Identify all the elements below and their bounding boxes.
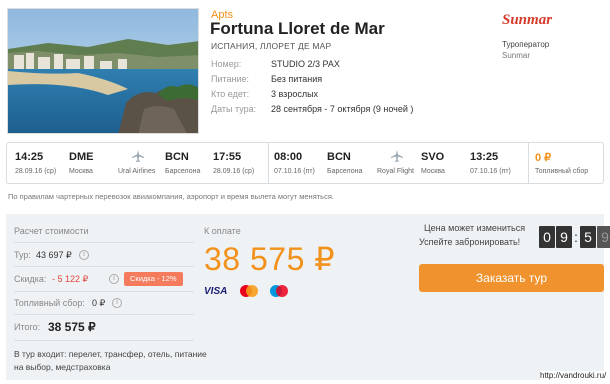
fuel-surcharge: 0 ₽ Топливный сбор — [528, 143, 604, 183]
arrival-code: BCN — [165, 151, 189, 163]
fuel-cost-label: Топливный сбор: — [14, 298, 85, 308]
departure-date: 28.09.16 (ср) — [15, 168, 57, 175]
hotel-name[interactable]: Fortuna Lloret de Mar — [210, 19, 385, 39]
arrival-date: 28.09.16 (ср) — [213, 168, 255, 175]
divider — [14, 291, 194, 292]
operator-name: Sunmar — [502, 51, 531, 60]
hotel-location: ИСПАНИЯ, ЛЛОРЕТ ДЕ МАР — [211, 41, 332, 51]
svg-text:Sunmar: Sunmar — [502, 12, 552, 28]
charter-notice: По правилам чартерных перевозок авиакомп… — [8, 192, 334, 201]
timer-digit: 0 — [539, 226, 555, 248]
divider — [14, 340, 194, 341]
departure-city: Барселона — [327, 168, 363, 175]
price-change-note: Цена может измениться — [424, 223, 526, 233]
order-tour-button[interactable]: Заказать тур — [419, 264, 604, 292]
cost-title: Расчет стоимости — [14, 226, 89, 236]
arrival-time: 13:25 — [470, 151, 499, 163]
watermark: http://vandrouki.ru/ — [540, 371, 607, 380]
arrival-date: 07.10.16 (пт) — [470, 168, 511, 175]
operator-label: Туроператор — [502, 40, 550, 49]
discount-badge: Скидка - 12% — [124, 272, 183, 286]
hotel-photo[interactable] — [7, 8, 199, 134]
divider — [14, 266, 194, 267]
total-label: Итого: — [14, 322, 41, 332]
detail-value: 28 сентября - 7 октября (9 ночей ) — [271, 104, 414, 114]
timer-separator: : — [574, 229, 578, 245]
info-icon[interactable]: i — [79, 250, 89, 260]
countdown-timer: 0 9 : 5 9 — [539, 226, 610, 248]
info-icon[interactable]: i — [112, 298, 122, 308]
discount-amount: - 5 122 ₽ — [52, 274, 89, 284]
detail-value: STUDIO 2/3 PAX — [271, 59, 340, 69]
tour-details: Номер: STUDIO 2/3 PAX Питание: Без питан… — [211, 59, 413, 119]
detail-travelers: Кто едет: 3 взрослых — [211, 89, 413, 104]
timer-digit: 9 — [556, 226, 572, 248]
plane-icon — [391, 150, 403, 162]
maestro-icon — [270, 285, 288, 297]
plane-icon — [132, 150, 144, 162]
operator-logo: Sunmar — [502, 12, 552, 28]
detail-label: Номер: — [211, 59, 242, 69]
visa-icon: VISA — [204, 286, 228, 297]
tour-card: Apts Fortuna Lloret de Mar ИСПАНИЯ, ЛЛОР… — [0, 0, 610, 384]
tour-label: Тур: — [14, 250, 31, 260]
airline-name: Ural Airlines — [118, 168, 156, 175]
fuel-cost-value: 0 ₽ — [92, 298, 106, 308]
tour-price: 43 697 ₽ — [36, 250, 72, 260]
detail-value: 3 взрослых — [271, 89, 319, 99]
detail-dates: Даты тура: 28 сентября - 7 октября (9 но… — [211, 104, 413, 119]
flights-strip: 14:25 DME BCN 17:55 28.09.16 (ср) Москва… — [6, 142, 604, 184]
arrival-time: 17:55 — [213, 151, 242, 163]
departure-city: Москва — [69, 168, 93, 175]
timer-digit: 5 — [580, 226, 596, 248]
detail-value: Без питания — [271, 74, 323, 84]
fuel-amount: 0 ₽ — [535, 152, 552, 164]
arrival-city: Москва — [421, 168, 445, 175]
tour-includes: В тур входит: перелет, трансфер, отель, … — [14, 349, 207, 372]
flight-leg-return: 08:00 BCN SVO 13:25 07.10.16 (пт) Барсел… — [268, 143, 528, 183]
departure-code: BCN — [327, 151, 351, 163]
airline-name: Royal Flight — [377, 168, 414, 175]
mastercard-icon — [240, 285, 258, 297]
arrival-code: SVO — [421, 151, 445, 163]
detail-label: Кто едет: — [211, 89, 250, 99]
detail-label: Даты тура: — [211, 104, 257, 114]
timer-digit: 9 — [597, 226, 610, 248]
departure-code: DME — [69, 151, 94, 163]
cost-panel: Расчет стоимости Тур: 43 697 ₽ i Скидка:… — [6, 214, 610, 380]
detail-meals: Питание: Без питания — [211, 74, 413, 89]
flight-leg-outbound: 14:25 DME BCN 17:55 28.09.16 (ср) Москва… — [7, 143, 268, 183]
departure-time: 08:00 — [274, 151, 303, 163]
pay-label: К оплате — [204, 226, 241, 236]
arrival-city: Барселона — [165, 168, 201, 175]
total-price: 38 575 ₽ — [48, 320, 96, 334]
divider — [14, 242, 194, 243]
fuel-label: Топливный сбор — [535, 168, 589, 175]
departure-time: 14:25 — [15, 151, 44, 163]
hurry-note: Успейте забронировать! — [419, 237, 521, 247]
pay-sum: 38 575 ₽ — [204, 241, 336, 277]
detail-room: Номер: STUDIO 2/3 PAX — [211, 59, 413, 74]
divider — [14, 314, 194, 315]
departure-date: 07.10.16 (пт) — [274, 168, 315, 175]
info-icon[interactable]: i — [109, 274, 119, 284]
detail-label: Питание: — [211, 74, 250, 84]
discount-label: Скидка: — [14, 274, 47, 284]
